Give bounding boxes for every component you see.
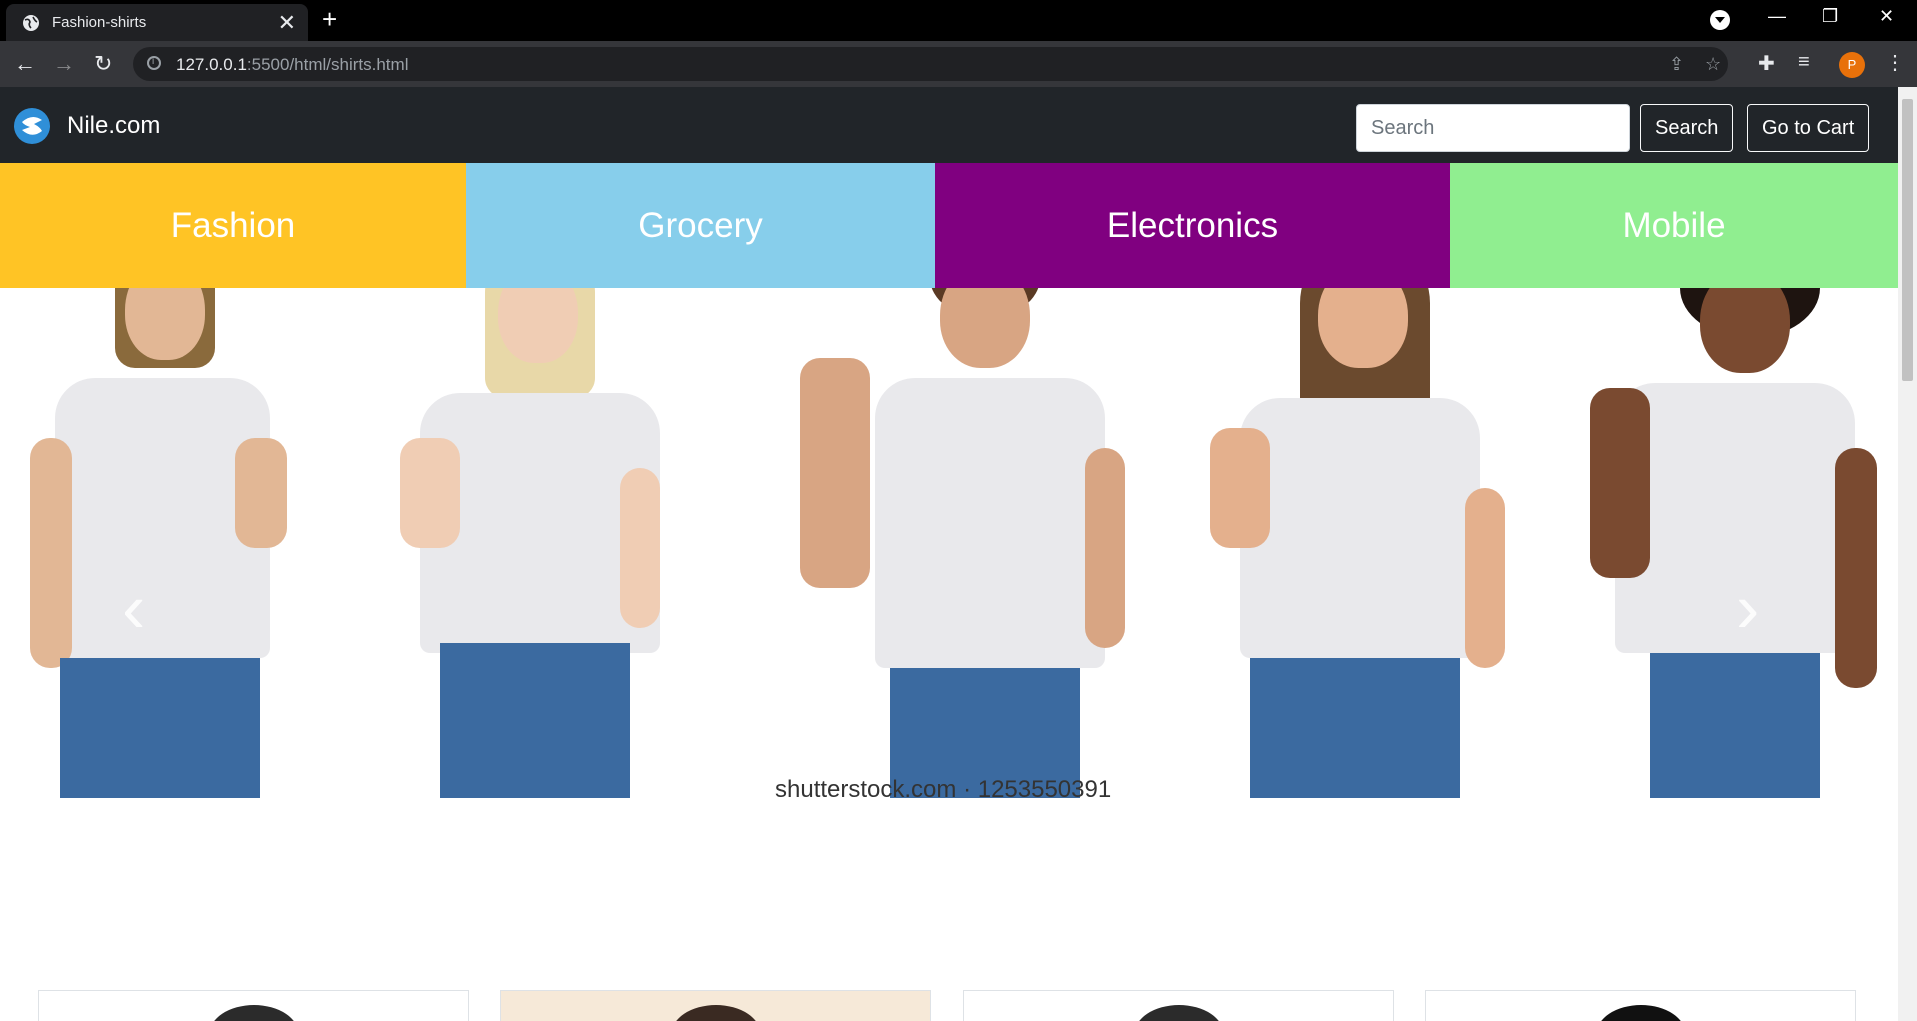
product-image: [1595, 1005, 1686, 1021]
brand-logo-icon[interactable]: [13, 107, 51, 145]
category-mobile[interactable]: Mobile: [1450, 163, 1898, 288]
category-grocery[interactable]: Grocery: [466, 163, 935, 288]
search-button[interactable]: Search: [1640, 104, 1734, 152]
page-viewport: Nile.com Search Go to Cart Fashion Groce…: [0, 87, 1898, 1021]
category-bar: Fashion Grocery Electronics Mobile: [0, 163, 1898, 288]
brand-name[interactable]: Nile.com: [67, 112, 160, 140]
browser-toolbar: ← → ↻ 127.0.0.1:5500/html/shirts.html ⇪ …: [0, 41, 1917, 87]
window-close-button[interactable]: ✕: [1879, 6, 1894, 27]
tab-search-icon[interactable]: [1710, 10, 1730, 30]
product-card[interactable]: [38, 990, 469, 1021]
reload-icon[interactable]: ↻: [94, 51, 112, 77]
model-figure: [800, 288, 1140, 798]
globe-icon: [23, 15, 39, 31]
product-image: [208, 1005, 299, 1021]
model-figure: [1200, 288, 1520, 798]
forward-arrow-icon[interactable]: →: [53, 51, 75, 77]
model-figure: [1590, 288, 1880, 798]
carousel-next-icon[interactable]: ›: [1736, 568, 1759, 648]
product-card[interactable]: [500, 990, 931, 1021]
minimize-button[interactable]: —: [1768, 6, 1786, 27]
profile-avatar[interactable]: P: [1839, 52, 1865, 78]
product-image: [1133, 1005, 1224, 1021]
share-icon[interactable]: ⇪: [1669, 54, 1684, 75]
search-input[interactable]: [1356, 104, 1630, 152]
url-text: 127.0.0.1:5500/html/shirts.html: [176, 55, 409, 74]
bookmark-star-icon[interactable]: ☆: [1705, 54, 1721, 75]
model-figure: [380, 288, 710, 798]
browser-tab[interactable]: Fashion-shirts ✕: [6, 4, 308, 41]
browser-tabbar: Fashion-shirts ✕ + — ❐ ✕: [0, 0, 1917, 41]
product-card-row: [0, 990, 1898, 1021]
restore-button[interactable]: ❐: [1822, 6, 1838, 27]
product-card[interactable]: [963, 990, 1394, 1021]
image-watermark: shutterstock.com · 1253550391: [775, 776, 1112, 803]
tab-close-icon[interactable]: ✕: [278, 10, 296, 36]
category-electronics[interactable]: Electronics: [935, 163, 1450, 288]
address-bar[interactable]: 127.0.0.1:5500/html/shirts.html ⇪ ☆: [133, 47, 1728, 81]
site-navbar: Nile.com Search Go to Cart: [0, 87, 1898, 163]
product-image: [670, 1005, 761, 1021]
carousel-prev-icon[interactable]: ‹: [122, 568, 145, 648]
category-fashion[interactable]: Fashion: [0, 163, 466, 288]
go-to-cart-button[interactable]: Go to Cart: [1747, 104, 1870, 152]
tab-title: Fashion-shirts: [52, 14, 147, 31]
back-arrow-icon[interactable]: ←: [14, 51, 36, 77]
site-info-icon[interactable]: [147, 56, 161, 70]
page-scrollbar[interactable]: [1898, 87, 1917, 1021]
new-tab-button[interactable]: +: [322, 4, 337, 35]
model-figure: [20, 288, 300, 798]
browser-menu-icon[interactable]: ⋮: [1885, 50, 1905, 75]
extensions-puzzle-icon[interactable]: ✚: [1758, 51, 1775, 76]
scrollbar-thumb[interactable]: [1902, 99, 1913, 381]
hero-carousel: shutterstock.com · 1253550391 ‹ ›: [0, 288, 1898, 878]
media-queue-icon[interactable]: ≡: [1798, 51, 1810, 74]
product-card[interactable]: [1425, 990, 1856, 1021]
